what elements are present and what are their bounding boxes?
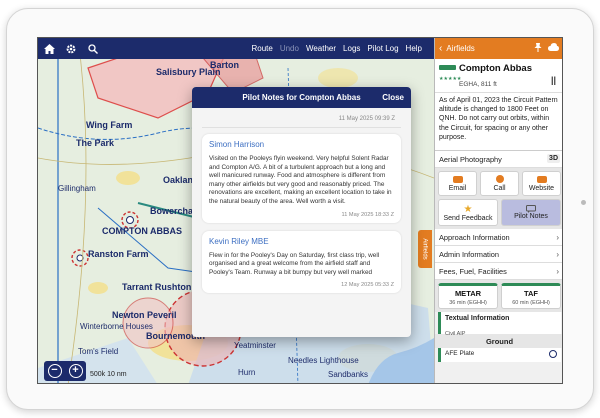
back-chevron-icon[interactable]: ‹ <box>435 43 442 54</box>
map-label-park: The Park <box>76 138 115 148</box>
note-card: Simon Harrison Visited on the Pooleys fl… <box>202 134 401 223</box>
map-label-gillingham: Gillingham <box>58 184 96 193</box>
zoom-control: − + <box>44 361 86 381</box>
menu-logs[interactable]: Logs <box>343 44 360 53</box>
notes-list[interactable]: 11 May 2025 09:39 Z Simon Harrison Visit… <box>192 108 411 305</box>
panel-header: ‹ Airfields <box>435 38 562 59</box>
browser-icon <box>536 175 547 183</box>
panel-header-title[interactable]: Airfields <box>446 44 474 53</box>
map-label-fields: Tom's Field <box>78 347 119 356</box>
chevron-right-icon: › <box>556 233 559 242</box>
map-scale: 500k 10 nm <box>90 371 127 378</box>
toolbar-menu: Route Undo Weather Logs Pilot Log Help <box>251 38 422 59</box>
gear-icon[interactable] <box>60 38 82 59</box>
airfield-code: EGHA, 811 ft <box>459 81 497 88</box>
call-button[interactable]: Call <box>480 171 519 196</box>
dialog-title: Pilot Notes for Compton Abbas <box>242 93 361 102</box>
menu-route[interactable]: Route <box>251 44 272 53</box>
aerial-label: Aerial Photography <box>439 154 502 164</box>
close-button[interactable]: Close <box>382 93 404 102</box>
weather-buttons: METAR 36 min (EGHH) TAF 60 min (EGHH) <box>435 280 562 312</box>
note-card: Kevin Riley MBE Flew in for the Pooley's… <box>202 230 401 294</box>
pin-icon[interactable] <box>534 43 542 54</box>
map-label-compton: COMPTON ABBAS <box>102 226 183 236</box>
map-label-hurn: Hurn <box>238 368 256 377</box>
chat-bubble-icon <box>526 205 536 213</box>
note-timestamp: 12 May 2025 05:33 Z <box>341 282 394 289</box>
aerial-photography-row[interactable]: Aerial Photography 3D <box>435 151 562 168</box>
app-screen: Salisbury Plain Wing Farm The Park Gilli… <box>37 37 563 384</box>
menu-pilot-log[interactable]: Pilot Log <box>367 44 398 53</box>
airfield-heading: Compton Abbas ★★★★★ EGHA, 811 ft || <box>435 59 562 93</box>
runway-icon <box>439 65 456 70</box>
note-text: Flew in for the Pooley's Day on Saturday… <box>209 251 380 276</box>
map-label-winterborne: Winterborne Houses <box>80 322 153 331</box>
info-icon <box>549 350 557 358</box>
map-label-ranston: Ranston Farm <box>88 249 149 259</box>
metar-button[interactable]: METAR 36 min (EGHH) <box>438 283 498 309</box>
fees-fuel-facilities-row[interactable]: Fees, Fuel, Facilities › <box>435 263 562 280</box>
chevron-right-icon: › <box>556 267 559 276</box>
pilot-notes-button[interactable]: Pilot Notes <box>501 199 561 226</box>
wind-indicator: || <box>550 75 556 85</box>
airfield-name: Compton Abbas <box>459 63 533 74</box>
menu-weather[interactable]: Weather <box>306 44 336 53</box>
zoom-in-button[interactable]: + <box>68 364 83 378</box>
dialog-header: Pilot Notes for Compton Abbas Close <box>192 87 411 108</box>
email-button[interactable]: Email <box>438 171 477 196</box>
map-label-wing-farm: Wing Farm <box>86 120 133 130</box>
search-icon[interactable] <box>82 38 104 59</box>
map-label-tarrant: Tarrant Rushton <box>122 282 192 292</box>
note-author[interactable]: Simon Harrison <box>209 140 394 149</box>
3d-tag[interactable]: 3D <box>547 154 560 163</box>
phone-icon <box>495 175 504 183</box>
pilot-notes-dialog: Pilot Notes for Compton Abbas Close 11 M… <box>192 87 411 337</box>
camera-dot <box>581 200 586 205</box>
star-icon: ★ <box>463 203 473 215</box>
envelope-icon <box>452 175 463 183</box>
map-label-yeatminster: Yeatminster <box>234 341 276 350</box>
admin-information-row[interactable]: Admin Information › <box>435 246 562 263</box>
airfield-panel: ‹ Airfields Compton Abbas ★★★★★ EGHA, 81… <box>434 38 562 383</box>
note-timestamp: 11 May 2025 18:33 Z <box>341 211 394 218</box>
contact-buttons: Email Call Website <box>435 168 562 199</box>
afe-plate-row[interactable]: AFE Plate <box>438 348 561 362</box>
website-button[interactable]: Website <box>522 171 561 196</box>
airfields-side-tab[interactable]: Airfields <box>418 230 432 268</box>
main-toolbar: Route Undo Weather Logs Pilot Log Help <box>38 38 434 59</box>
approach-information-row[interactable]: Approach Information › <box>435 229 562 246</box>
chevron-right-icon: › <box>556 250 559 259</box>
feedback-buttons: ★ Send Feedback Pilot Notes <box>435 199 562 229</box>
send-feedback-button[interactable]: ★ Send Feedback <box>438 199 498 226</box>
note-timestamp: 11 May 2025 09:39 Z <box>202 112 401 128</box>
zoom-out-button[interactable]: − <box>47 364 62 378</box>
taf-button[interactable]: TAF 60 min (EGHH) <box>501 283 561 309</box>
menu-undo[interactable]: Undo <box>280 44 299 53</box>
map-label-sandbanks: Sandbanks <box>328 370 369 379</box>
note-text: Visited on the Pooleys flyin weekend. Ve… <box>209 155 392 205</box>
note-author[interactable]: Kevin Riley MBE <box>209 237 394 246</box>
map-label-needles: Needles Lighthouse <box>288 356 359 365</box>
airfield-notice: As of April 01, 2023 the Circuit Pattern… <box>435 93 562 151</box>
menu-help[interactable]: Help <box>406 44 422 53</box>
textual-information-row[interactable]: Textual Information Civil AIP <box>438 312 561 337</box>
home-icon[interactable] <box>38 38 60 59</box>
cloud-download-icon[interactable] <box>548 43 559 53</box>
map-label-newton: Newton Peveril <box>112 310 177 320</box>
map-label-barton: Barton <box>210 60 239 70</box>
